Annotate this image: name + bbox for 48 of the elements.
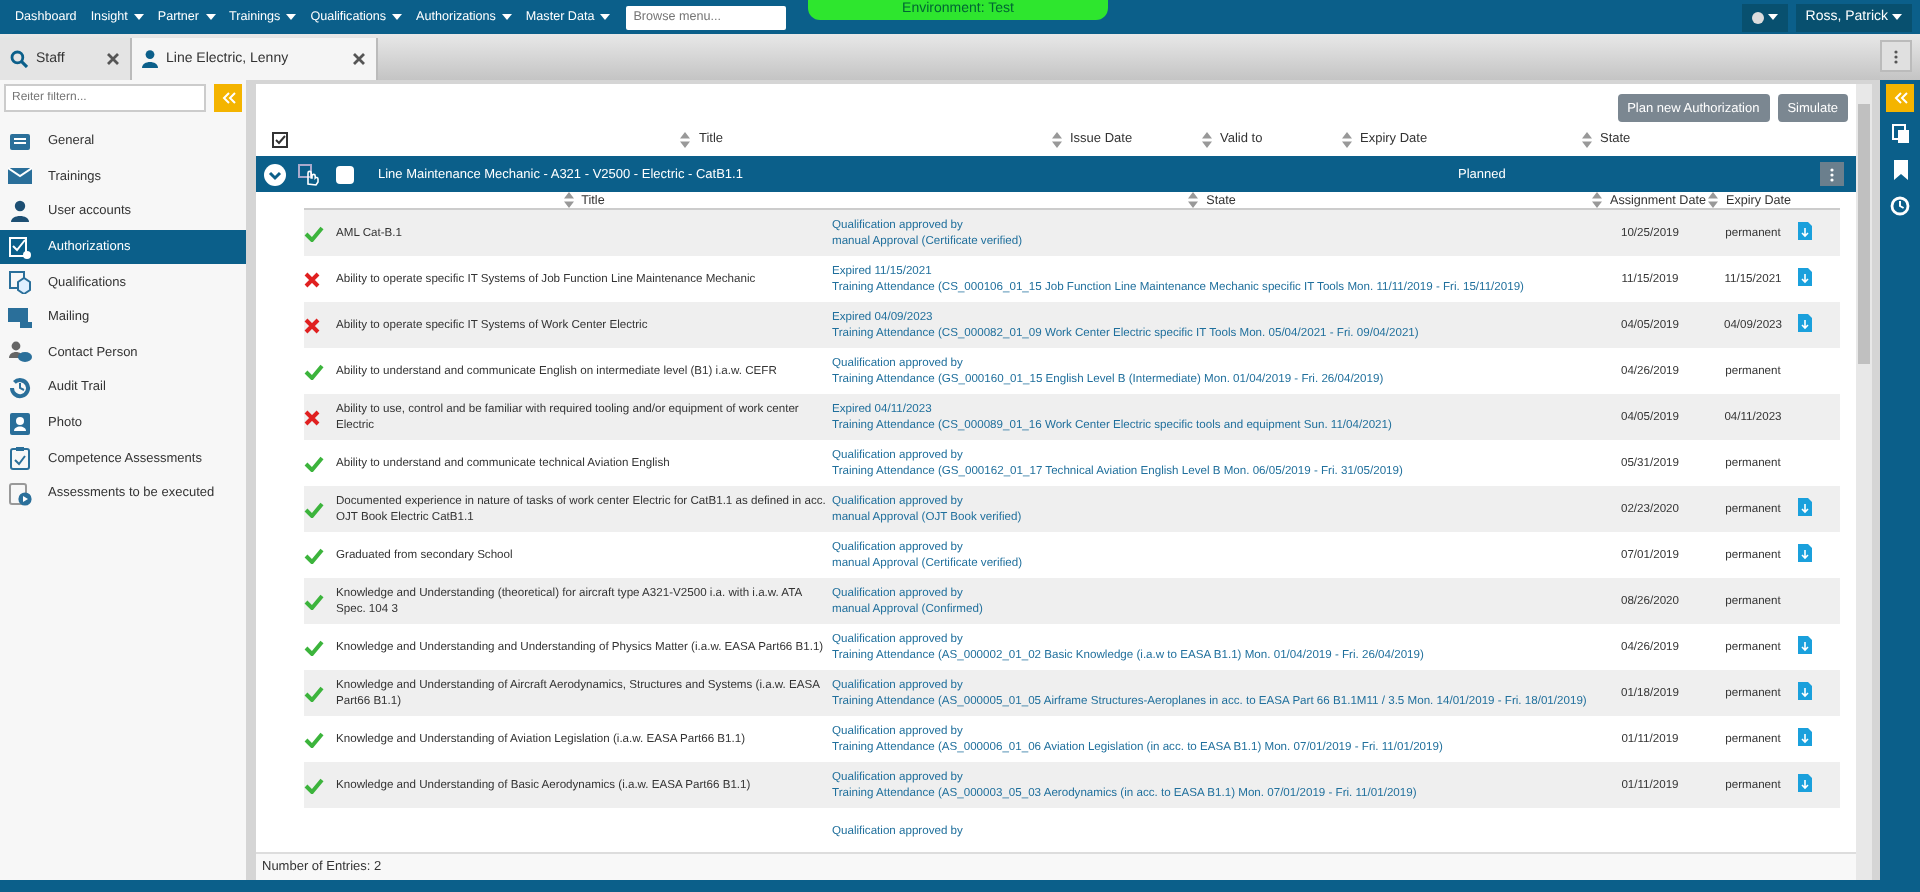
document-icon[interactable] (1798, 497, 1812, 515)
document-icon[interactable] (1798, 773, 1812, 791)
double-chevron-icon (221, 92, 236, 104)
document-icon[interactable] (1798, 681, 1812, 699)
checklist-icon (8, 235, 32, 260)
copy-icon[interactable] (1886, 120, 1914, 148)
people-icon (8, 340, 32, 365)
person-icon (142, 50, 158, 68)
document-icon[interactable] (1798, 635, 1812, 653)
document-icon[interactable] (1798, 727, 1812, 745)
sort-icon[interactable] (1052, 131, 1062, 147)
sort-icon[interactable] (1708, 192, 1718, 208)
collapse-button[interactable] (214, 84, 242, 112)
close-icon[interactable] (352, 52, 366, 66)
envelope-icon (8, 164, 32, 189)
document-icon[interactable] (1798, 267, 1812, 285)
clipboard-play-icon (8, 481, 32, 506)
document-icon[interactable] (1798, 221, 1812, 239)
checkbox[interactable] (336, 165, 354, 183)
checkbox-icon[interactable] (272, 131, 288, 147)
document-icon[interactable] (1798, 543, 1812, 561)
search-icon (10, 50, 28, 68)
more-button[interactable] (1880, 40, 1912, 72)
sort-icon[interactable] (1202, 131, 1212, 147)
close-icon[interactable] (106, 52, 120, 66)
history-icon (8, 375, 32, 400)
chevron-icon[interactable] (264, 163, 286, 185)
caret-icon (1767, 14, 1778, 20)
sort-icon[interactable] (1582, 131, 1592, 147)
sort-icon[interactable] (680, 131, 691, 147)
sort-icon[interactable] (1188, 192, 1199, 208)
scrollbar[interactable] (1856, 84, 1872, 880)
clipboard-icon (8, 446, 32, 471)
sort-icon[interactable] (563, 192, 574, 208)
sort-icon[interactable] (1592, 192, 1602, 208)
more-button[interactable] (1820, 162, 1844, 186)
document-icon[interactable] (1798, 313, 1812, 331)
double-chevron-icon (1893, 92, 1907, 104)
caret-icon (1892, 14, 1902, 20)
sort-icon[interactable] (1342, 131, 1352, 147)
portrait-icon (8, 411, 32, 436)
person-icon (8, 199, 32, 224)
circle-icon (1751, 11, 1764, 23)
hand-icon (298, 163, 320, 185)
card-icon (8, 129, 32, 154)
box-icon (8, 270, 32, 295)
history-icon[interactable] (1886, 192, 1914, 220)
status-menu-button[interactable] (1741, 3, 1788, 31)
